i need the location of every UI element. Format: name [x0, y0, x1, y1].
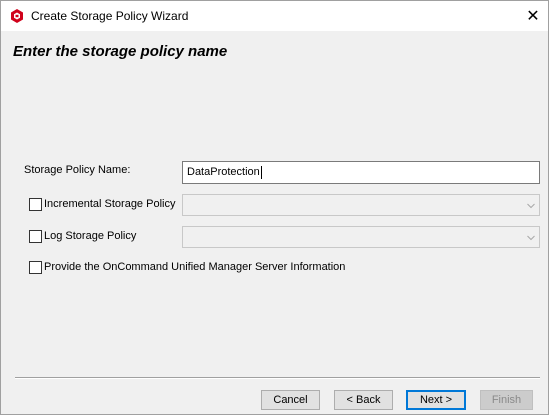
chevron-down-icon: [527, 235, 535, 241]
policy-name-input[interactable]: DataProtection: [182, 161, 540, 184]
close-icon: ✕: [526, 8, 540, 25]
wizard-window: Create Storage Policy Wizard ✕ Enter the…: [0, 0, 549, 415]
page-title: Enter the storage policy name: [13, 43, 228, 60]
netapp-icon: [11, 9, 23, 23]
incremental-select[interactable]: [182, 194, 540, 216]
back-button[interactable]: < Back: [334, 390, 393, 410]
policy-name-label: Storage Policy Name:: [24, 164, 131, 176]
log-checkbox[interactable]: [29, 230, 42, 243]
finish-button[interactable]: Finish: [480, 390, 533, 410]
log-label: Log Storage Policy: [44, 230, 137, 242]
chevron-down-icon: [527, 203, 535, 209]
title-bar: Create Storage Policy Wizard ✕: [1, 1, 548, 31]
footer-divider-highlight: [15, 378, 540, 379]
incremental-checkbox[interactable]: [29, 198, 42, 211]
window-title: Create Storage Policy Wizard: [31, 9, 189, 23]
oncommand-label: Provide the OnCommand Unified Manager Se…: [44, 261, 346, 273]
policy-name-value: DataProtection: [187, 166, 260, 178]
oncommand-checkbox[interactable]: [29, 261, 42, 274]
next-button[interactable]: Next >: [406, 390, 466, 410]
close-button[interactable]: ✕: [518, 1, 548, 31]
cancel-button[interactable]: Cancel: [261, 390, 320, 410]
log-select[interactable]: [182, 226, 540, 248]
incremental-label: Incremental Storage Policy: [44, 198, 176, 210]
text-caret: [260, 166, 262, 179]
